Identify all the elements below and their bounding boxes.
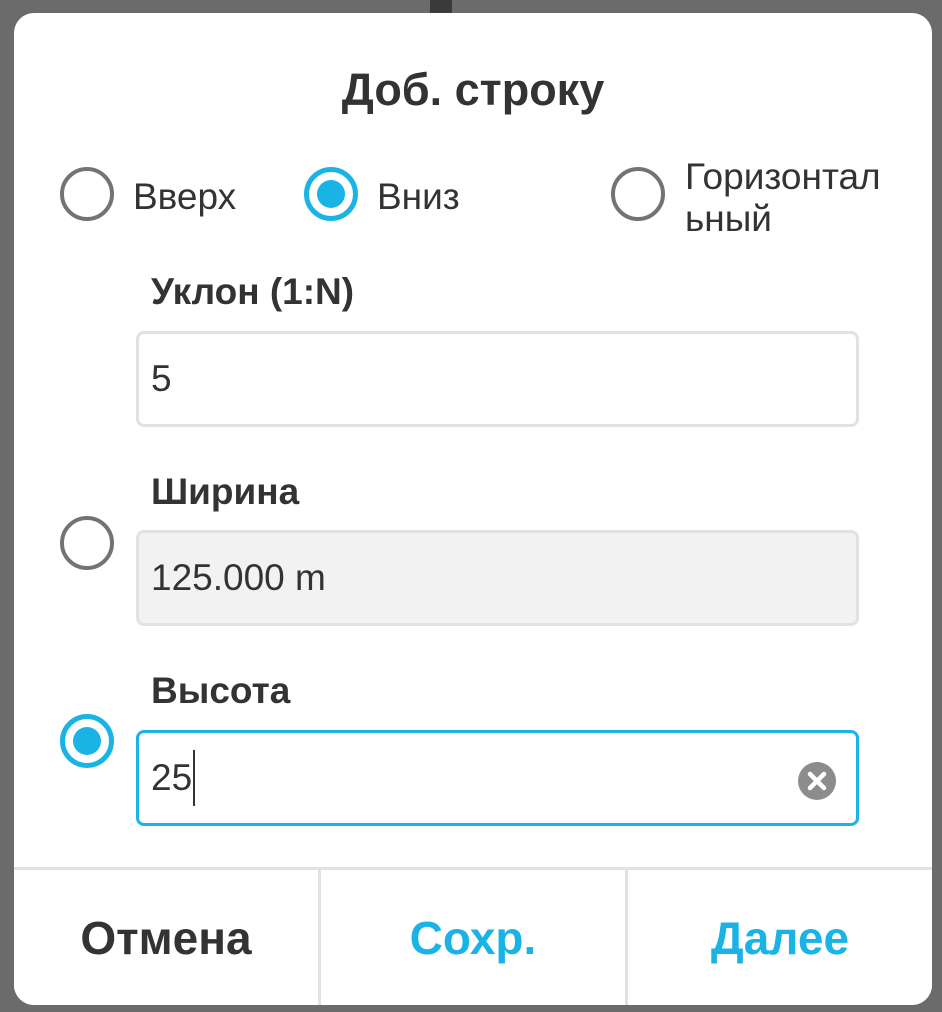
radio-up-label[interactable]: Вверх [133, 176, 236, 218]
radio-down[interactable] [304, 167, 358, 221]
height-value: 25 [151, 757, 193, 798]
radio-horizontal-label-line2: ьный [685, 198, 772, 239]
cancel-button[interactable]: Отмена [14, 870, 318, 1005]
radio-height[interactable] [60, 714, 114, 768]
radio-width[interactable] [60, 516, 114, 570]
radio-horizontal-label[interactable]: Горизонтал ьный [685, 156, 881, 240]
slope-input[interactable]: 5 [136, 331, 859, 427]
radio-down-label[interactable]: Вниз [377, 176, 460, 218]
height-input[interactable]: 25 [136, 730, 859, 826]
slope-label: Уклон (1:N) [151, 271, 355, 312]
dialog-title: Доб. строку [341, 64, 605, 115]
slope-value: 5 [151, 358, 172, 399]
radio-horizontal[interactable] [611, 167, 665, 221]
save-button[interactable]: Сохр. [318, 870, 625, 1005]
text-caret [193, 750, 196, 806]
width-input: 125.000 m [136, 530, 859, 626]
radio-horizontal-label-line1: Горизонтал [685, 156, 881, 197]
clear-circle-icon[interactable] [798, 762, 836, 800]
background-window-edge [430, 0, 452, 14]
height-label: Высота [151, 670, 291, 711]
width-value: 125.000 m [151, 557, 326, 598]
dialog-button-bar: Отмена Сохр. Далее [14, 867, 932, 1005]
add-row-dialog: Доб. строку Вверх Вниз Горизонтал ьный У… [14, 13, 932, 1005]
radio-up[interactable] [60, 167, 114, 221]
next-button[interactable]: Далее [625, 870, 932, 1005]
width-label: Ширина [151, 471, 300, 512]
